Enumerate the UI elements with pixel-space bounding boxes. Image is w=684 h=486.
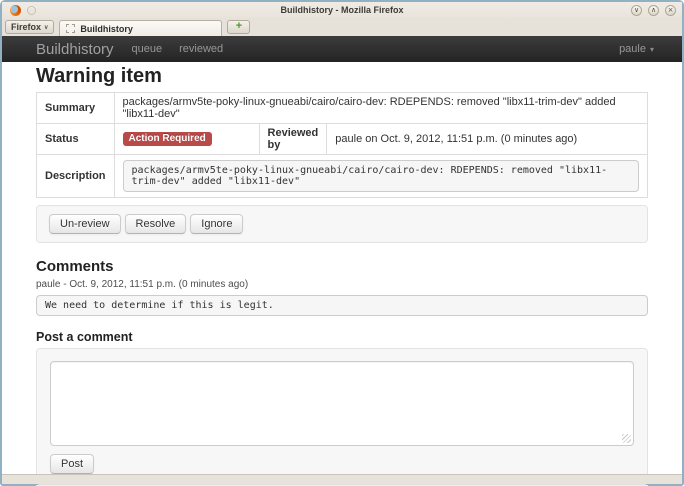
actions-panel: Un-review Resolve Ignore — [36, 205, 648, 243]
resolve-button[interactable]: Resolve — [125, 214, 187, 234]
minimize-button-icon[interactable]: ∨ — [631, 5, 642, 16]
tab-buildhistory[interactable]: Buildhistory — [59, 20, 222, 36]
browser-viewport: Buildhistory queue reviewed paule ▾ Warn… — [2, 36, 682, 484]
comment-input[interactable] — [50, 361, 634, 446]
navbar-brand[interactable]: Buildhistory — [36, 41, 114, 58]
firefox-window: Buildhistory - Mozilla Firefox ∨ ∧ × Fir… — [0, 0, 684, 486]
description-cell: packages/armv5te-poky-linux-gnueabi/cair… — [114, 155, 647, 198]
comments-heading: Comments — [36, 258, 648, 275]
window-menu-button[interactable] — [27, 6, 36, 15]
status-cell: Action Required — [114, 124, 259, 155]
summary-value: packages/armv5te-poky-linux-gnueabi/cair… — [114, 93, 647, 124]
maximize-button-icon[interactable]: ∧ — [648, 5, 659, 16]
tab-title: Buildhistory — [80, 24, 133, 34]
table-row: Description packages/armv5te-poky-linux-… — [37, 155, 648, 198]
status-label: Status — [37, 124, 115, 155]
post-comment-heading: Post a comment — [36, 330, 648, 344]
description-label: Description — [37, 155, 115, 198]
post-comment-panel: Post — [36, 348, 648, 485]
un-review-button[interactable]: Un-review — [49, 214, 121, 234]
caret-down-icon: ▾ — [650, 45, 654, 54]
nav-link-queue[interactable]: queue — [132, 43, 163, 55]
comment-text: We need to determine if this is legit. — [36, 295, 648, 316]
new-tab-button[interactable]: + — [227, 20, 250, 34]
description-value: packages/armv5te-poky-linux-gnueabi/cair… — [123, 160, 639, 192]
firefox-menu-label: Firefox — [11, 22, 41, 32]
item-details-table: Summary packages/armv5te-poky-linux-gnue… — [36, 92, 648, 198]
tab-favicon-placeholder-icon — [66, 24, 75, 33]
addon-bar — [2, 474, 682, 484]
user-dropdown[interactable]: paule ▾ — [619, 43, 654, 55]
comment-meta: paule - Oct. 9, 2012, 11:51 p.m. (0 minu… — [36, 279, 648, 290]
reviewed-by-label: Reviewed by — [259, 124, 327, 155]
post-button[interactable]: Post — [50, 454, 94, 474]
user-name: paule — [619, 43, 646, 55]
page-title: Warning item — [36, 65, 648, 87]
summary-label: Summary — [37, 93, 115, 124]
resize-grip-icon[interactable] — [622, 434, 631, 443]
tab-strip: Firefox ∨ Buildhistory + — [2, 18, 682, 36]
table-row: Summary packages/armv5te-poky-linux-gnue… — [37, 93, 648, 124]
table-row: Status Action Required Reviewed by paule… — [37, 124, 648, 155]
status-badge: Action Required — [123, 132, 212, 146]
chevron-down-icon: ∨ — [44, 24, 48, 31]
firefox-logo-icon — [10, 5, 21, 16]
ignore-button[interactable]: Ignore — [190, 214, 243, 234]
window-titlebar: Buildhistory - Mozilla Firefox ∨ ∧ × — [2, 2, 682, 18]
close-button-icon[interactable]: × — [665, 5, 676, 16]
firefox-menu-button[interactable]: Firefox ∨ — [5, 20, 54, 34]
app-navbar: Buildhistory queue reviewed paule ▾ — [2, 36, 682, 62]
reviewed-by-value: paule on Oct. 9, 2012, 11:51 p.m. (0 min… — [327, 124, 648, 155]
page-content: Warning item Summary packages/armv5te-po… — [2, 62, 682, 474]
nav-link-reviewed[interactable]: reviewed — [179, 43, 223, 55]
window-title: Buildhistory - Mozilla Firefox — [2, 5, 682, 15]
